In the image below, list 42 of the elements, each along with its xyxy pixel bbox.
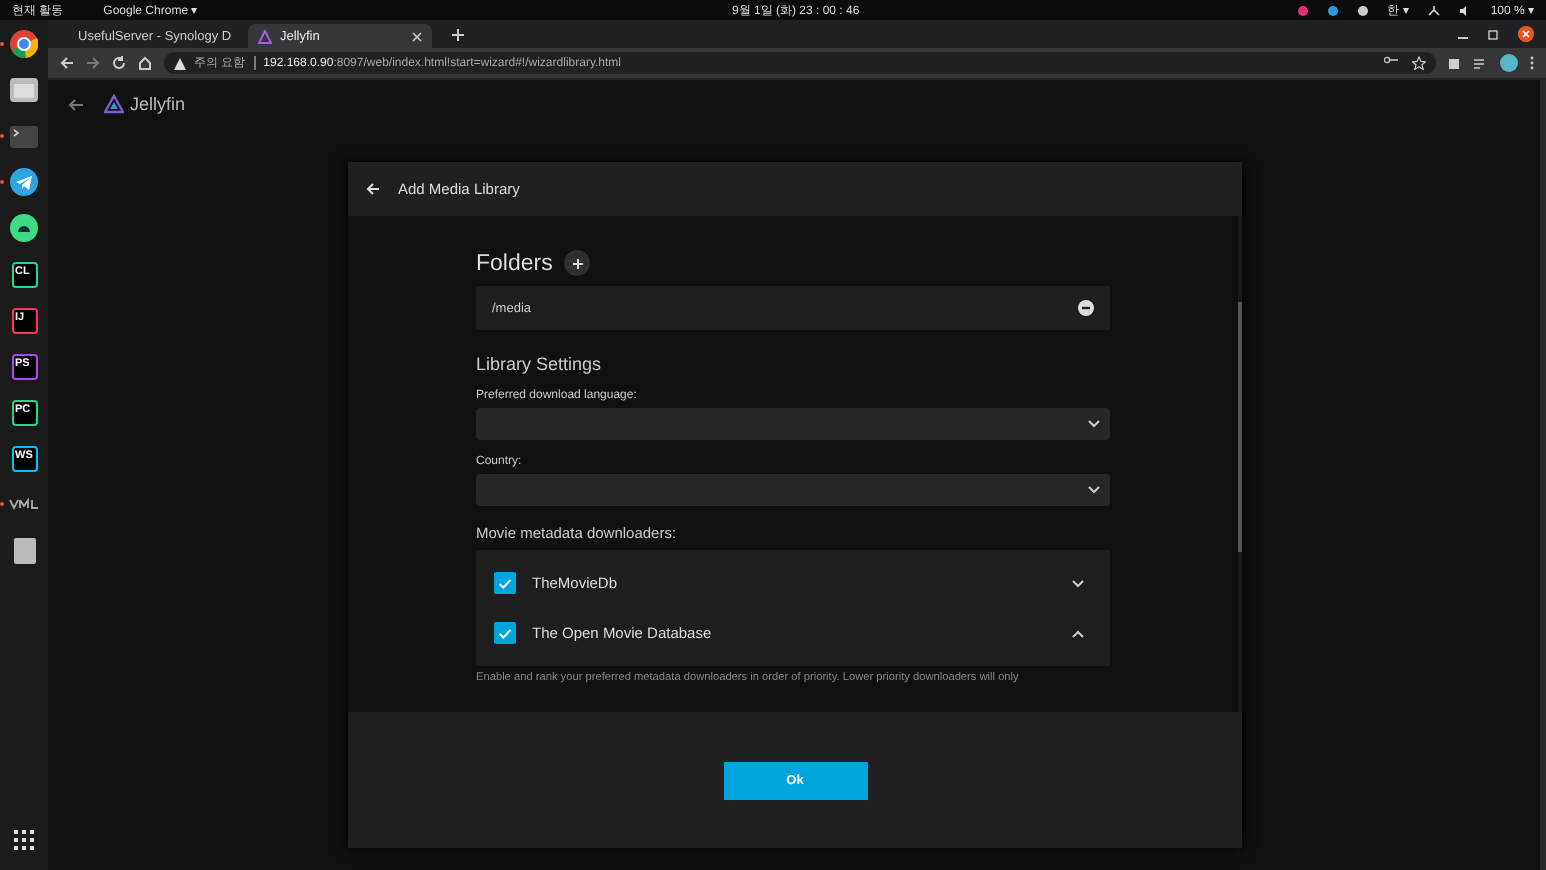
running-indicator (0, 180, 4, 184)
paper-plane-icon[interactable] (10, 168, 38, 196)
restore-icon[interactable] (1488, 29, 1498, 39)
network-icon[interactable] (1428, 5, 1441, 15)
key-icon[interactable] (1384, 56, 1398, 64)
home-icon[interactable] (138, 56, 152, 70)
back-arrow-icon[interactable] (60, 56, 74, 70)
app-indicator-icon[interactable] (1357, 5, 1368, 15)
running-indicator (0, 42, 4, 46)
app-grid-icon[interactable] (14, 830, 34, 850)
chevron-down-icon[interactable] (1072, 579, 1084, 587)
checkbox[interactable] (494, 622, 516, 644)
section-heading: Folders (476, 251, 553, 275)
remove-icon[interactable] (1078, 300, 1094, 316)
running-indicator (0, 134, 4, 138)
close-icon[interactable] (1518, 26, 1534, 42)
app-indicator-icon[interactable] (1327, 5, 1338, 15)
add-folder-button[interactable] (564, 250, 591, 276)
avatar[interactable] (1500, 54, 1518, 72)
close-icon[interactable] (412, 31, 422, 41)
app-logo[interactable]: Jellyfin (104, 94, 186, 114)
reload-icon[interactable] (112, 56, 126, 70)
speaker-icon[interactable] (1460, 5, 1471, 15)
warning-icon (174, 57, 186, 69)
media-queue-icon[interactable] (1474, 57, 1488, 69)
running-indicator (0, 502, 4, 506)
section-heading: Library Settings (476, 354, 604, 374)
star-icon[interactable] (1412, 56, 1426, 70)
chevron-up-icon[interactable] (1072, 629, 1084, 637)
scrollbar-thumb[interactable] (1238, 302, 1242, 552)
check-icon (498, 577, 512, 589)
chevron-down-icon (1088, 420, 1100, 428)
chrome-icon[interactable] (10, 30, 38, 58)
chevron-down-icon (1088, 486, 1100, 494)
triangle-logo-icon (104, 94, 124, 114)
terminal-icon[interactable] (10, 125, 38, 147)
vm-logo-icon[interactable] (8, 498, 40, 510)
plus-icon (571, 257, 584, 269)
forward-arrow-icon[interactable] (86, 56, 100, 70)
checkbox[interactable] (494, 572, 516, 594)
check-icon (498, 627, 512, 639)
triangle-logo-icon (258, 29, 272, 43)
